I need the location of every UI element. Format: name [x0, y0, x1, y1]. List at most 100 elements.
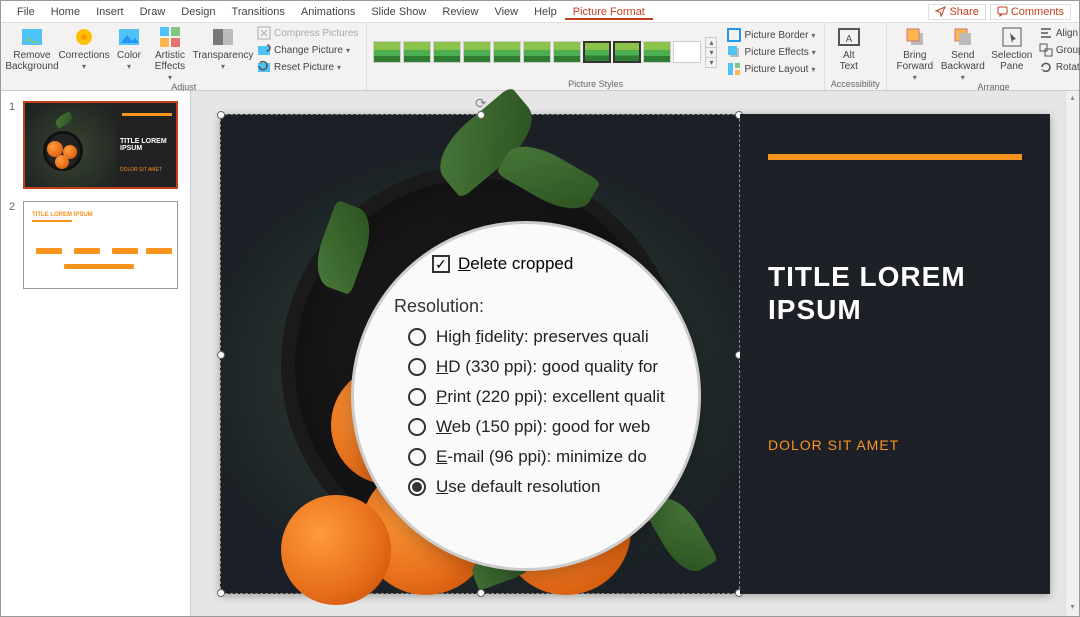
- resize-handle[interactable]: [217, 351, 225, 359]
- thumb1-sub: DOLOR SIT AMET: [120, 167, 172, 173]
- rotate-handle[interactable]: ⟳: [475, 95, 487, 112]
- alt-text-button[interactable]: A Alt Text: [831, 25, 867, 72]
- style-thumb-7[interactable]: [553, 41, 581, 63]
- picture-effects-button[interactable]: Picture Effects▾: [725, 44, 817, 60]
- picture-style-gallery[interactable]: ▴ ▾ ▾: [373, 37, 717, 68]
- style-thumb-8[interactable]: [583, 41, 611, 63]
- menu-home[interactable]: Home: [43, 4, 88, 20]
- group-icon: [1039, 43, 1053, 57]
- transparency-button[interactable]: Transparency▾: [193, 25, 253, 71]
- menu-animations[interactable]: Animations: [293, 4, 363, 20]
- picture-border-button[interactable]: Picture Border▾: [725, 27, 817, 43]
- remove-background-button[interactable]: Remove Background: [7, 25, 57, 72]
- border-label: Picture Border: [744, 30, 808, 41]
- ribbon-group-arrange: Bring Forward▾ Send Backward▾ Selection …: [887, 23, 1080, 90]
- vertical-scrollbar[interactable]: ▴ ▾: [1065, 91, 1079, 616]
- style-thumb-10[interactable]: [643, 41, 671, 63]
- radio-default[interactable]: Use default resolution: [408, 477, 678, 497]
- effects-icon: [727, 45, 741, 59]
- comments-label: Comments: [1011, 6, 1064, 18]
- style-thumb-11[interactable]: [673, 41, 701, 63]
- ribbon-group-accessibility: A Alt Text Accessibility: [825, 23, 887, 90]
- menu-help[interactable]: Help: [526, 4, 565, 20]
- picture-layout-button[interactable]: Picture Layout▾: [725, 61, 817, 77]
- corrections-icon: [72, 25, 96, 49]
- menu-slideshow[interactable]: Slide Show: [363, 4, 434, 20]
- alt-text-icon: A: [837, 25, 861, 49]
- checkbox-checked-icon: ✓: [432, 255, 450, 273]
- rotate-button[interactable]: Rotate▾: [1037, 59, 1080, 75]
- gallery-more[interactable]: ▾: [706, 58, 716, 67]
- thumb-num: 1: [9, 101, 19, 189]
- menu-insert[interactable]: Insert: [88, 4, 132, 20]
- share-button[interactable]: Share: [928, 4, 985, 20]
- menu-file[interactable]: File: [9, 4, 43, 20]
- style-thumb-3[interactable]: [433, 41, 461, 63]
- style-thumb-5[interactable]: [493, 41, 521, 63]
- radio-email[interactable]: E-mail (96 ppi): minimize do: [408, 447, 678, 467]
- thumb1-title: TITLE LOREM IPSUM: [120, 138, 172, 152]
- style-thumb-2[interactable]: [403, 41, 431, 63]
- transparency-label: Transparency: [193, 50, 254, 61]
- resize-handle[interactable]: [477, 111, 485, 119]
- share-label: Share: [949, 6, 978, 18]
- artistic-effects-button[interactable]: Artistic Effects▾: [149, 25, 191, 82]
- radio-icon: [408, 388, 426, 406]
- bring-forward-button[interactable]: Bring Forward▾: [893, 25, 937, 82]
- backward-icon: [951, 25, 975, 49]
- radio-high-fidelity[interactable]: High fidelity: preserves quali: [408, 327, 678, 347]
- group-label: Group: [1056, 45, 1080, 56]
- radio-print[interactable]: Print (220 ppi): excellent qualit: [408, 387, 678, 407]
- selection-pane-button[interactable]: Selection Pane: [989, 25, 1035, 72]
- reset-label: Reset Picture: [274, 62, 334, 73]
- slide-subtitle[interactable]: DOLOR SIT AMET: [768, 437, 1022, 453]
- menu-picture-format[interactable]: Picture Format: [565, 4, 653, 20]
- gallery-up[interactable]: ▴: [706, 38, 716, 48]
- layout-label: Picture Layout: [744, 64, 808, 75]
- reset-picture-button[interactable]: Reset Picture▾: [255, 59, 360, 75]
- radio-selected-icon: [408, 478, 426, 496]
- delete-cropped-label: elete cropped: [470, 254, 573, 273]
- ribbon-group-styles: ▴ ▾ ▾ Picture Border▾ Picture Effects▾ P…: [367, 23, 824, 90]
- style-thumb-9[interactable]: [613, 41, 641, 63]
- thumbnail-1[interactable]: 1 TITLE LOREM IPSUM DOLOR SIT AMET: [1, 99, 190, 191]
- comments-button[interactable]: Comments: [990, 4, 1071, 20]
- corrections-label: Corrections: [58, 50, 109, 61]
- group-button[interactable]: Group▾: [1037, 42, 1080, 58]
- thumbnail-2[interactable]: 2 TITLE LOREM IPSUM: [1, 199, 190, 291]
- style-thumb-6[interactable]: [523, 41, 551, 63]
- ribbon-group-adjust: Remove Background Corrections▾ Color▾ Ar…: [1, 23, 367, 90]
- thumb-preview-1[interactable]: TITLE LOREM IPSUM DOLOR SIT AMET: [23, 101, 178, 189]
- menu-transitions[interactable]: Transitions: [224, 4, 293, 20]
- change-icon: [257, 43, 271, 57]
- menu-view[interactable]: View: [486, 4, 526, 20]
- style-thumb-1[interactable]: [373, 41, 401, 63]
- menu-draw[interactable]: Draw: [132, 4, 174, 20]
- gallery-down[interactable]: ▾: [706, 48, 716, 58]
- reset-icon: [257, 60, 271, 74]
- resize-handle[interactable]: [217, 589, 225, 597]
- radio-web[interactable]: Web (150 ppi): good for web: [408, 417, 678, 437]
- remove-bg-label: Remove Background: [5, 50, 58, 72]
- resize-handle[interactable]: [477, 589, 485, 597]
- resize-handle[interactable]: [217, 111, 225, 119]
- align-icon: [1039, 26, 1053, 40]
- change-picture-button[interactable]: Change Picture▾: [255, 42, 360, 58]
- thumb-preview-2[interactable]: TITLE LOREM IPSUM: [23, 201, 178, 289]
- slide-title[interactable]: TITLE LOREM IPSUM: [768, 260, 1022, 327]
- style-thumb-4[interactable]: [463, 41, 491, 63]
- menu-review[interactable]: Review: [434, 4, 486, 20]
- remove-bg-icon: [20, 25, 44, 49]
- radio-hd[interactable]: HD (330 ppi): good quality for: [408, 357, 678, 377]
- menu-design[interactable]: Design: [173, 4, 223, 20]
- compress-pictures-button[interactable]: Compress Pictures: [255, 25, 360, 41]
- color-button[interactable]: Color▾: [111, 25, 147, 71]
- compress-icon: [257, 26, 271, 40]
- send-backward-button[interactable]: Send Backward▾: [939, 25, 987, 82]
- change-label: Change Picture: [274, 45, 343, 56]
- group-label-accessibility: Accessibility: [831, 79, 880, 89]
- main-area: 1 TITLE LOREM IPSUM DOLOR SIT AMET 2 TIT…: [1, 91, 1079, 616]
- align-button[interactable]: Align▾: [1037, 25, 1080, 41]
- corrections-button[interactable]: Corrections▾: [59, 25, 109, 71]
- share-icon: [935, 6, 946, 17]
